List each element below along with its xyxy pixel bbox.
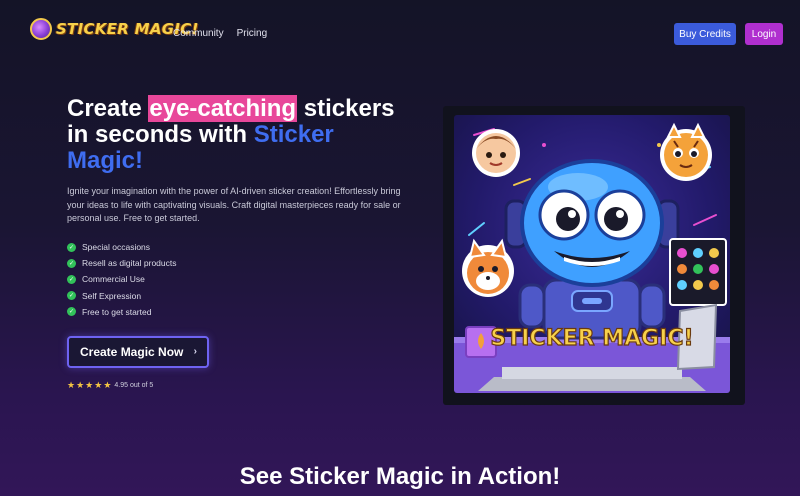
feature-label: Self Expression [82, 290, 142, 301]
star-icon: ★ [94, 380, 103, 390]
sticker-sheet [669, 238, 727, 306]
feature-item: ✓ Special occasions [67, 239, 177, 255]
feature-label: Commercial Use [82, 274, 145, 285]
section-title: See Sticker Magic in Action! [239, 463, 561, 490]
star-icon: ★ [85, 380, 94, 390]
feature-label: Free to get started [82, 306, 152, 317]
logo-badge-icon [30, 18, 52, 40]
check-icon: ✓ [67, 258, 76, 268]
cta-label: Create Magic Now [80, 345, 184, 359]
nav-link-community[interactable]: Community [173, 28, 224, 39]
robot-illustration: STICKER MAGIC! [454, 122, 730, 393]
feature-label: Resell as digital products [82, 258, 177, 269]
rating-text: 4.95 out of 5 [114, 382, 154, 389]
create-magic-now-button[interactable]: Create Magic Now › [67, 336, 209, 368]
sticker-fox [462, 238, 514, 297]
star-icon: ★ [103, 380, 112, 390]
robot-head [504, 159, 680, 287]
sticker-kid [472, 129, 520, 177]
top-nav: STICKER MAGIC! Community Pricing Buy Cre… [0, 0, 800, 68]
feature-label: Special occasions [82, 242, 151, 253]
feature-item: ✓ Free to get started [67, 304, 177, 320]
star-icon: ★ [76, 380, 85, 390]
check-icon: ✓ [67, 274, 76, 284]
buy-credits-button[interactable]: Buy Credits [674, 23, 736, 45]
image-banner-text: STICKER MAGIC! [490, 326, 693, 351]
feature-item: ✓ Resell as digital products [67, 255, 177, 271]
hero-title-pre: Create [67, 95, 149, 122]
check-icon: ✓ [67, 242, 76, 252]
hero-title: Create eye-catching stickers in seconds … [67, 95, 407, 174]
hero-image: STICKER MAGIC! [454, 115, 730, 393]
check-icon: ✓ [67, 291, 76, 301]
hero-title-highlight: eye-catching [148, 95, 298, 122]
sticker-tiger [660, 122, 712, 181]
login-button[interactable]: Login [745, 23, 783, 45]
feature-item: ✓ Self Expression [67, 288, 177, 304]
star-icon: ★ [67, 380, 76, 390]
check-icon: ✓ [67, 307, 76, 317]
feature-list: ✓ Special occasions ✓ Resell as digital pr… [67, 239, 177, 320]
feature-item: ✓ Commercial Use [67, 271, 177, 287]
nav-link-pricing[interactable]: Pricing [237, 28, 268, 39]
hero-description: Ignite your imagination with the power o… [67, 186, 401, 223]
nav-links: Community Pricing [173, 28, 267, 39]
rating: ★ ★ ★ ★ ★ 4.95 out of 5 [67, 380, 153, 391]
chevron-right-icon: › [193, 346, 197, 357]
